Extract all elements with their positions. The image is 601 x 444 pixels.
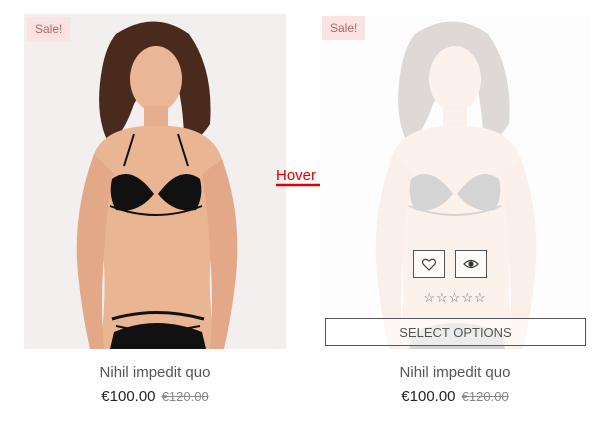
product-card-default[interactable]: Sale! Nihil impedit quo €100.00 €120.00: [24, 14, 286, 406]
select-options-button[interactable]: SELECT OPTIONS: [325, 318, 586, 346]
price-original: €120.00: [161, 389, 209, 404]
product-image-hover[interactable]: Sale! ☆☆☆☆☆ SELECT OPTIONS: [320, 14, 590, 349]
eye-icon: [463, 259, 479, 269]
product-image[interactable]: Sale!: [24, 14, 286, 349]
product-name[interactable]: Nihil impedit quo: [24, 364, 286, 382]
sale-badge: Sale!: [322, 16, 366, 40]
star-rating: ☆☆☆☆☆: [423, 290, 487, 305]
sale-badge: Sale!: [27, 17, 71, 41]
product-comparison-page: Sale! Nihil impedit quo €100.00 €120.00 …: [0, 0, 601, 444]
quick-view-button[interactable]: [455, 250, 487, 278]
quick-actions: [320, 250, 590, 278]
price-row: €100.00 €120.00: [24, 388, 286, 406]
heart-icon: [422, 258, 436, 271]
price-current: €100.00: [101, 388, 156, 405]
product-card-hover[interactable]: Sale! ☆☆☆☆☆ SELECT OPTIONS Nihil impedit…: [320, 14, 590, 406]
product-name[interactable]: Nihil impedit quo: [320, 364, 590, 382]
price-original: €120.00: [461, 389, 509, 404]
product-photo: [76, 21, 238, 349]
price-row: €100.00 €120.00: [320, 388, 590, 406]
wishlist-button[interactable]: [413, 250, 445, 278]
price-current: €100.00: [401, 388, 456, 405]
